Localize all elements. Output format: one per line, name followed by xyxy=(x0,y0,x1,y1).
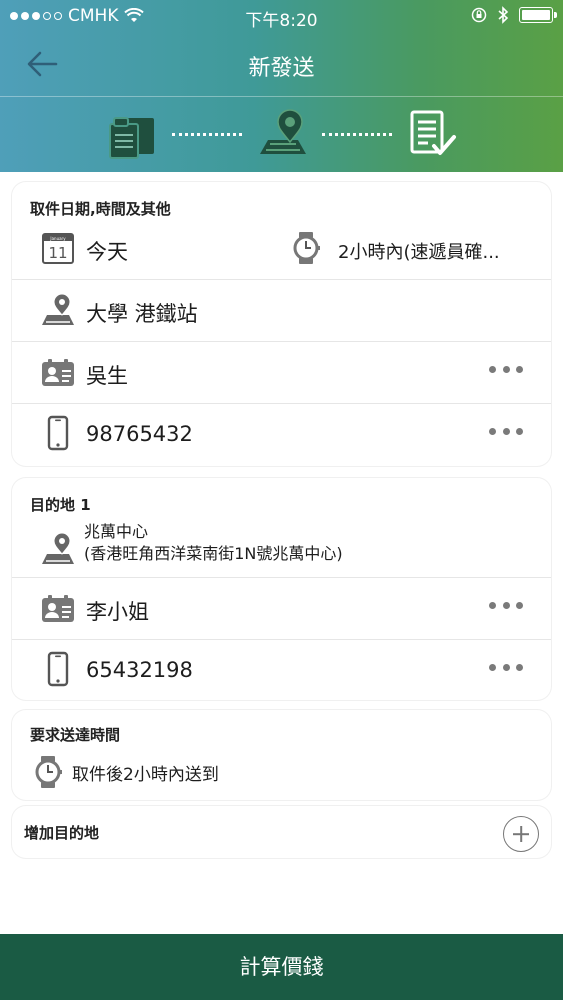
destination-card: 目的地 1 兆萬中心 (香港旺角西洋菜南街1N號兆萬中心) 李小姐 654321… xyxy=(12,478,551,700)
progress-steps xyxy=(0,104,563,164)
more-options-icon[interactable] xyxy=(489,664,523,674)
destination-phone-value[interactable]: 65432198 xyxy=(86,658,193,682)
header-divider xyxy=(0,96,563,97)
more-options-icon[interactable] xyxy=(489,428,523,438)
delivery-time-card: 要求送達時間 取件後2小時內送到 xyxy=(12,710,551,800)
pickup-location-value[interactable]: 大學 港鐵站 xyxy=(86,298,198,328)
add-destination-label: 增加目的地 xyxy=(24,824,100,842)
checklist-icon xyxy=(410,110,456,155)
destination-contact-value[interactable]: 李小姐 xyxy=(86,596,149,626)
destination-address: (香港旺角西洋菜南街1N號兆萬中心) xyxy=(84,544,343,563)
calendar-icon: January 11 xyxy=(42,233,74,264)
nav-bar: 新發送 xyxy=(0,32,563,96)
pickup-time-value[interactable]: 2小時內(速遞員確... xyxy=(338,238,500,264)
pickup-card: 取件日期,時間及其他 January 11 今天 2小時內(速遞員確... 大學… xyxy=(12,182,551,466)
pickup-location-row[interactable]: 大學 港鐵站 xyxy=(12,280,551,342)
bluetooth-icon xyxy=(498,6,509,24)
add-destination-card[interactable]: 增加目的地 xyxy=(12,806,551,858)
svg-text:January: January xyxy=(49,236,66,241)
svg-text:11: 11 xyxy=(48,244,67,262)
more-options-icon[interactable] xyxy=(489,366,523,376)
page-title: 新發送 xyxy=(248,56,315,81)
pickup-datetime-row[interactable]: January 11 今天 2小時內(速遞員確... xyxy=(12,218,551,280)
destination-place-name: 兆萬中心 xyxy=(84,522,149,541)
pickup-contact-value[interactable]: 吳生 xyxy=(86,360,128,390)
map-pin-icon xyxy=(42,293,74,325)
more-options-icon[interactable] xyxy=(489,602,523,612)
orientation-lock-icon xyxy=(471,7,487,23)
destination-title: 目的地 1 xyxy=(30,496,91,514)
pickup-contact-row[interactable]: 吳生 xyxy=(12,342,551,404)
header: CMHK 下午8:20 新發送 xyxy=(0,0,563,172)
destination-contact-row[interactable]: 李小姐 xyxy=(12,578,551,640)
id-card-icon xyxy=(42,595,74,622)
delivery-time-title: 要求送達時間 xyxy=(30,726,121,744)
destination-address-row[interactable]: 兆萬中心 (香港旺角西洋菜南街1N號兆萬中心) xyxy=(12,516,551,578)
pickup-phone-value[interactable]: 98765432 xyxy=(86,422,193,446)
delivery-time-row[interactable]: 取件後2小時內送到 xyxy=(12,748,551,800)
delivery-time-value[interactable]: 取件後2小時內送到 xyxy=(72,760,219,785)
watch-icon xyxy=(293,232,320,264)
calculate-price-button[interactable]: 計算價錢 xyxy=(0,934,563,1000)
pickup-phone-row[interactable]: 98765432 xyxy=(12,404,551,466)
map-pin-icon xyxy=(42,532,74,564)
watch-icon xyxy=(35,756,62,788)
pickup-title: 取件日期,時間及其他 xyxy=(30,200,171,218)
id-card-icon xyxy=(42,359,74,386)
battery-icon xyxy=(519,7,557,23)
destination-phone-row[interactable]: 65432198 xyxy=(12,640,551,702)
mobile-phone-icon xyxy=(47,415,69,451)
mobile-phone-icon xyxy=(47,651,69,687)
documents-icon xyxy=(109,117,154,159)
status-bar: CMHK 下午8:20 xyxy=(0,0,563,32)
map-pin-icon xyxy=(260,109,306,154)
pickup-date-value[interactable]: 今天 xyxy=(86,236,128,266)
add-circle-icon[interactable] xyxy=(503,816,539,852)
